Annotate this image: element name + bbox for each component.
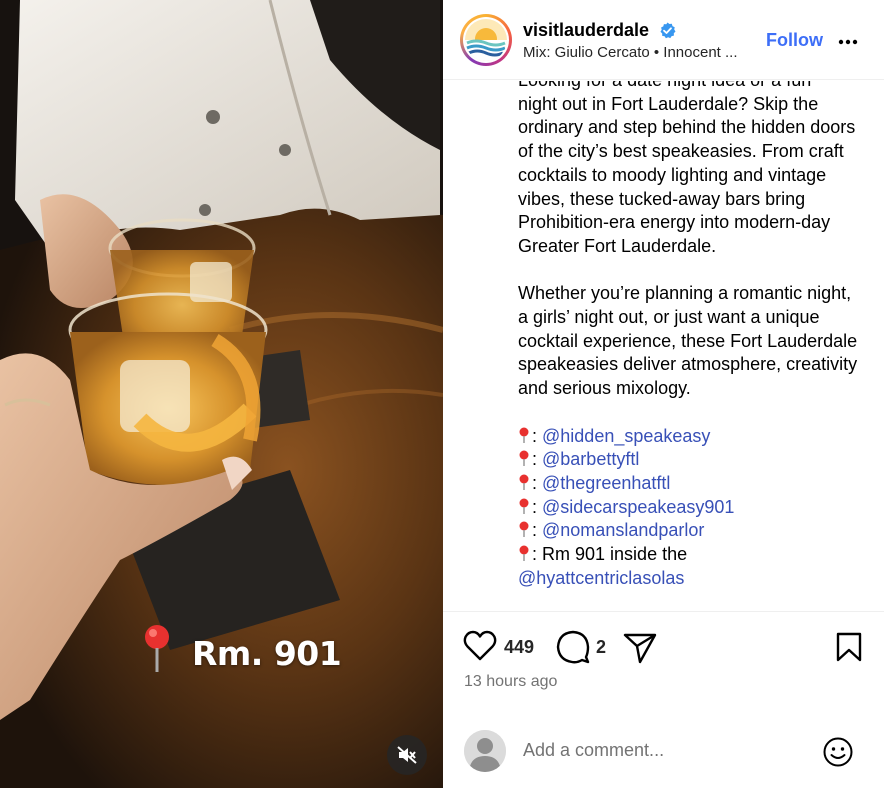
round-pushpin-icon [519, 474, 529, 490]
round-pushpin-icon [519, 450, 529, 467]
post-actions-bar: 449 2 13 hours ago [443, 611, 884, 711]
list-item: : Rm 901 inside the [518, 543, 858, 567]
mute-toggle-button[interactable] [387, 735, 427, 775]
comment-composer [443, 712, 884, 788]
comment-bubble-icon[interactable] [556, 630, 590, 664]
post-author-username[interactable]: visitlauderdale [523, 20, 649, 41]
bookmark-icon[interactable] [836, 632, 862, 662]
mention-link[interactable]: @hidden_speakeasy [542, 426, 710, 446]
round-pushpin-icon [145, 625, 169, 672]
caption-scroll-area[interactable]: Looking for a date night idea or a fun n… [443, 81, 884, 611]
default-user-icon [464, 730, 506, 772]
verified-badge-icon [660, 22, 676, 39]
post-header: visitlauderdale Mix: Giulio Cercato • In… [443, 0, 884, 80]
post-side-panel: visitlauderdale Mix: Giulio Cercato • In… [443, 0, 884, 788]
more-horizontal-icon[interactable] [837, 31, 859, 53]
heart-icon[interactable] [463, 630, 497, 662]
like-count[interactable]: 449 [504, 637, 534, 658]
comment-input[interactable] [523, 740, 783, 761]
list-item: : @thegreenhatftl [518, 472, 858, 496]
list-item: : @barbettyftl [518, 448, 858, 472]
list-item: : @nomanslandparlor [518, 519, 858, 543]
caption-partial-line: Looking for a date night idea or a fun [518, 81, 858, 93]
round-pushpin-icon [519, 521, 529, 538]
round-pushpin-icon [519, 545, 529, 562]
mention-link[interactable]: @nomanslandparlor [542, 520, 704, 540]
paper-plane-icon[interactable] [623, 632, 657, 664]
profile-avatar[interactable] [460, 14, 512, 66]
video-overlay-text: Rm. 901 [192, 634, 342, 673]
follow-button[interactable]: Follow [766, 30, 823, 51]
post-timestamp[interactable]: 13 hours ago [464, 673, 557, 691]
comment-count[interactable]: 2 [596, 637, 606, 658]
mention-link[interactable]: @thegreenhatftl [542, 473, 670, 493]
mention-link[interactable]: @barbettyftl [542, 449, 639, 469]
round-pushpin-icon [519, 427, 529, 443]
speaker-muted-icon [397, 746, 417, 764]
caption-paragraph-1: night out in Fort Lauderdale? Skip the o… [518, 93, 856, 256]
post-caption: Looking for a date night idea or a fun n… [518, 81, 858, 590]
list-item: : @hidden_speakeasy [518, 425, 858, 449]
visitlauderdale-logo [465, 19, 507, 61]
audio-track-link[interactable]: Mix: Giulio Cercato • Innocent ... [523, 44, 763, 61]
smiley-face-icon[interactable] [822, 736, 854, 768]
list-item: : @sidecarspeakeasy901 [518, 496, 858, 520]
mention-link[interactable]: @sidecarspeakeasy901 [542, 497, 734, 517]
list-item-text: Rm 901 inside the [542, 544, 688, 565]
round-pushpin-icon [519, 498, 529, 514]
caption-paragraph-2: Whether you’re planning a romantic night… [518, 283, 858, 399]
avatar [464, 730, 506, 772]
reel-video[interactable]: Rm. 901 [0, 0, 443, 788]
mention-link[interactable]: @hyattcentriclasolas [518, 568, 684, 588]
